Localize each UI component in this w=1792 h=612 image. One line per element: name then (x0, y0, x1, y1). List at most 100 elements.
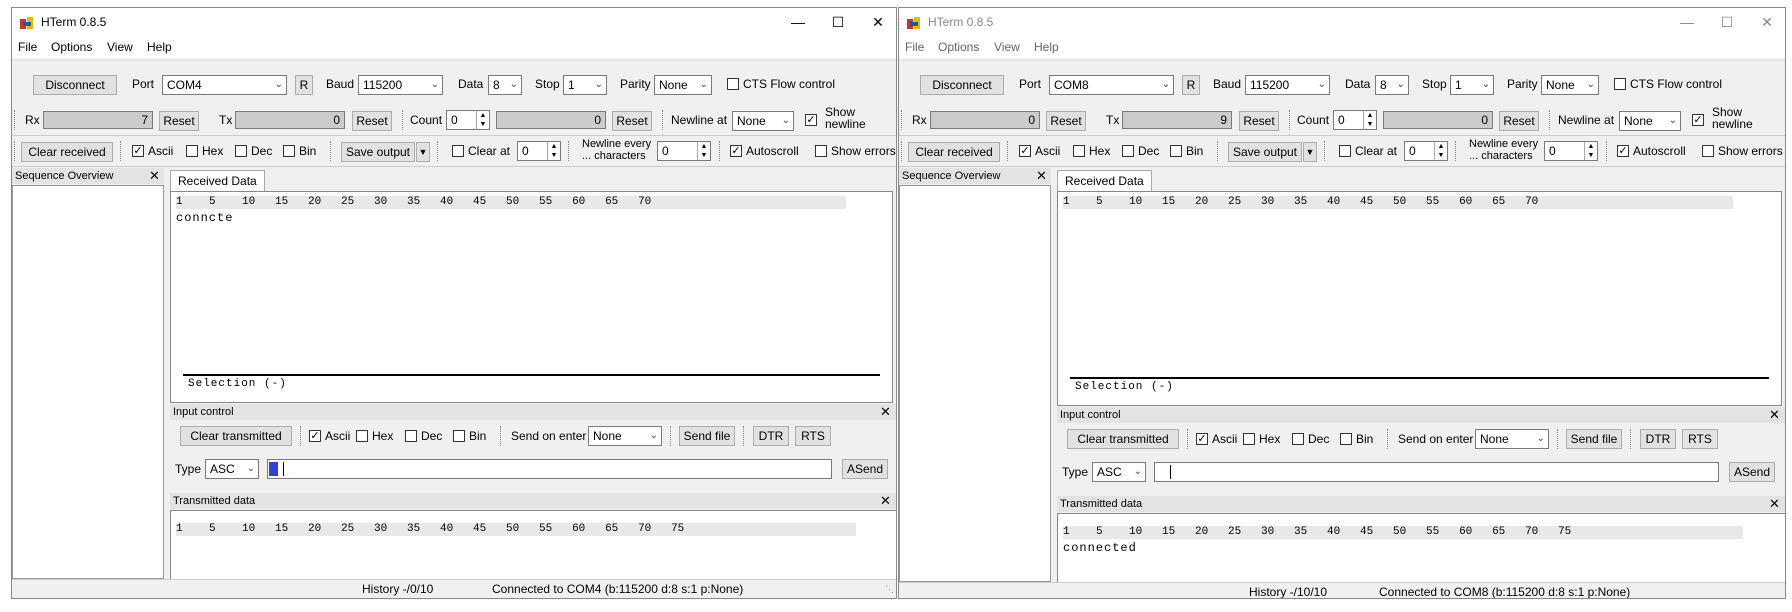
grip-handle[interactable] (330, 141, 334, 161)
rx-reset-button[interactable]: Reset (159, 111, 199, 131)
asend-button[interactable]: ASend (1729, 462, 1775, 482)
show-errors-checkbox[interactable] (815, 145, 827, 157)
newline-at-select[interactable]: None ⌄ (732, 111, 794, 131)
show-newline-checkbox[interactable]: ✓ (805, 114, 817, 126)
grip-handle[interactable] (1187, 429, 1191, 449)
dec-checkbox[interactable] (1122, 145, 1134, 157)
count-reset-button[interactable]: Reset (1499, 111, 1539, 131)
dtr-button[interactable]: DTR (1640, 429, 1676, 449)
clear-received-button[interactable]: Clear received (21, 142, 113, 162)
menu-help[interactable]: Help (1034, 40, 1059, 54)
grip-handle[interactable] (1387, 429, 1391, 449)
data-bits-select[interactable]: 8 ⌄ (1375, 75, 1409, 95)
send-file-button[interactable]: Send file (1566, 429, 1622, 449)
show-newline-checkbox[interactable]: ✓ (1692, 114, 1704, 126)
input-dec-checkbox[interactable] (1292, 433, 1304, 445)
sequence-list[interactable] (899, 185, 1051, 582)
grip-handle[interactable] (402, 110, 406, 130)
close-icon[interactable]: ✕ (880, 405, 891, 419)
asend-button[interactable]: ASend (842, 459, 888, 479)
grip-handle[interactable] (500, 426, 504, 446)
autoscroll-checkbox[interactable]: ✓ (1617, 145, 1629, 157)
tab-received-data[interactable]: Received Data (170, 170, 265, 191)
close-icon[interactable]: ✕ (880, 494, 891, 508)
send-input[interactable] (267, 459, 832, 479)
grip-handle[interactable] (662, 110, 666, 130)
grip-handle[interactable] (14, 141, 18, 161)
close-icon[interactable]: ✕ (1747, 12, 1785, 32)
clear-at-checkbox[interactable] (1339, 145, 1351, 157)
minimize-icon[interactable]: — (778, 12, 818, 32)
send-file-button[interactable]: Send file (679, 426, 735, 446)
grip-handle[interactable] (719, 141, 723, 161)
resize-grip-icon[interactable]: ⋱ (885, 584, 894, 595)
close-icon[interactable]: ✕ (858, 12, 896, 32)
maximize-icon[interactable]: ☐ (1707, 12, 1747, 32)
input-bin-checkbox[interactable] (1340, 433, 1352, 445)
refresh-ports-button[interactable]: R (1182, 75, 1200, 95)
newline-every-spinner[interactable]: 0 ▲ ▼ (657, 141, 711, 161)
send-input[interactable] (1154, 462, 1719, 482)
input-hex-checkbox[interactable] (1243, 433, 1255, 445)
grip-handle[interactable] (1289, 110, 1293, 130)
spin-arrows-icon[interactable]: ▲ ▼ (547, 142, 560, 160)
port-select[interactable]: COM8 ⌄ (1049, 75, 1174, 95)
clear-at-checkbox[interactable] (452, 145, 464, 157)
parity-select[interactable]: None ⌄ (654, 75, 712, 95)
disconnect-button[interactable]: Disconnect (920, 75, 1004, 95)
type-select[interactable]: ASC ⌄ (1092, 462, 1146, 482)
bin-checkbox[interactable] (283, 145, 295, 157)
newline-at-select[interactable]: None ⌄ (1619, 111, 1681, 131)
received-data-view[interactable]: 1 5 10 15 20 25 30 35 40 45 50 55 60 65 … (1057, 191, 1782, 406)
baud-select[interactable]: 115200 ⌄ (1245, 75, 1330, 95)
spin-arrows-icon[interactable]: ▲ ▼ (1363, 111, 1376, 129)
save-output-button[interactable]: Save output (341, 142, 415, 162)
data-bits-select[interactable]: 8 ⌄ (488, 75, 522, 95)
grip-handle[interactable] (437, 141, 441, 161)
refresh-ports-button[interactable]: R (295, 75, 313, 95)
sequence-list[interactable] (12, 185, 164, 579)
transmitted-data-view[interactable]: 1 5 10 15 20 25 30 35 40 45 50 55 60 65 … (170, 510, 896, 580)
ascii-checkbox[interactable]: ✓ (132, 145, 144, 157)
rts-button[interactable]: RTS (795, 426, 831, 446)
newline-every-spinner[interactable]: 0 ▲ ▼ (1544, 141, 1598, 161)
close-icon[interactable]: ✕ (1769, 408, 1780, 422)
grip-handle[interactable] (1606, 141, 1610, 161)
grip-handle[interactable] (1007, 141, 1011, 161)
menu-view[interactable]: View (994, 40, 1020, 54)
menu-help[interactable]: Help (147, 40, 172, 54)
menu-file[interactable]: File (905, 40, 924, 54)
tx-reset-button[interactable]: Reset (352, 111, 392, 131)
grip-handle[interactable] (568, 141, 572, 161)
cts-checkbox[interactable] (727, 78, 739, 90)
type-select[interactable]: ASC ⌄ (205, 459, 259, 479)
parity-select[interactable]: None ⌄ (1541, 75, 1599, 95)
save-output-dropdown-icon[interactable]: ▼ (416, 142, 430, 162)
clear-received-button[interactable]: Clear received (908, 142, 1000, 162)
transmitted-data-view[interactable]: 1 5 10 15 20 25 30 35 40 45 50 55 60 65 … (1057, 513, 1785, 583)
grip-handle[interactable] (901, 141, 905, 161)
count-spinner[interactable]: 0 ▲ ▼ (1333, 110, 1377, 130)
input-dec-checkbox[interactable] (405, 430, 417, 442)
input-ascii-checkbox[interactable]: ✓ (309, 430, 321, 442)
menu-file[interactable]: File (18, 40, 37, 54)
maximize-icon[interactable]: ☐ (818, 12, 858, 32)
close-icon[interactable]: ✕ (1769, 497, 1780, 511)
clear-transmitted-button[interactable]: Clear transmitted (180, 426, 292, 446)
spin-arrows-icon[interactable]: ▲ ▼ (1584, 142, 1597, 160)
input-ascii-checkbox[interactable]: ✓ (1196, 433, 1208, 445)
received-data-view[interactable]: 1 5 10 15 20 25 30 35 40 45 50 55 60 65 … (170, 191, 893, 403)
spin-arrows-icon[interactable]: ▲ ▼ (476, 111, 489, 129)
grip-handle[interactable] (1630, 429, 1634, 449)
grip-handle[interactable] (1549, 110, 1553, 130)
count-reset-button[interactable]: Reset (612, 111, 652, 131)
save-output-dropdown-icon[interactable]: ▼ (1303, 142, 1317, 162)
grip-handle[interactable] (901, 110, 905, 130)
close-icon[interactable]: ✕ (1036, 169, 1047, 183)
baud-select[interactable]: 115200 ⌄ (358, 75, 443, 95)
stop-bits-select[interactable]: 1 ⌄ (1450, 75, 1494, 95)
menu-options[interactable]: Options (938, 40, 979, 54)
save-output-button[interactable]: Save output (1228, 142, 1302, 162)
minimize-icon[interactable]: — (1667, 12, 1707, 32)
menu-options[interactable]: Options (51, 40, 92, 54)
